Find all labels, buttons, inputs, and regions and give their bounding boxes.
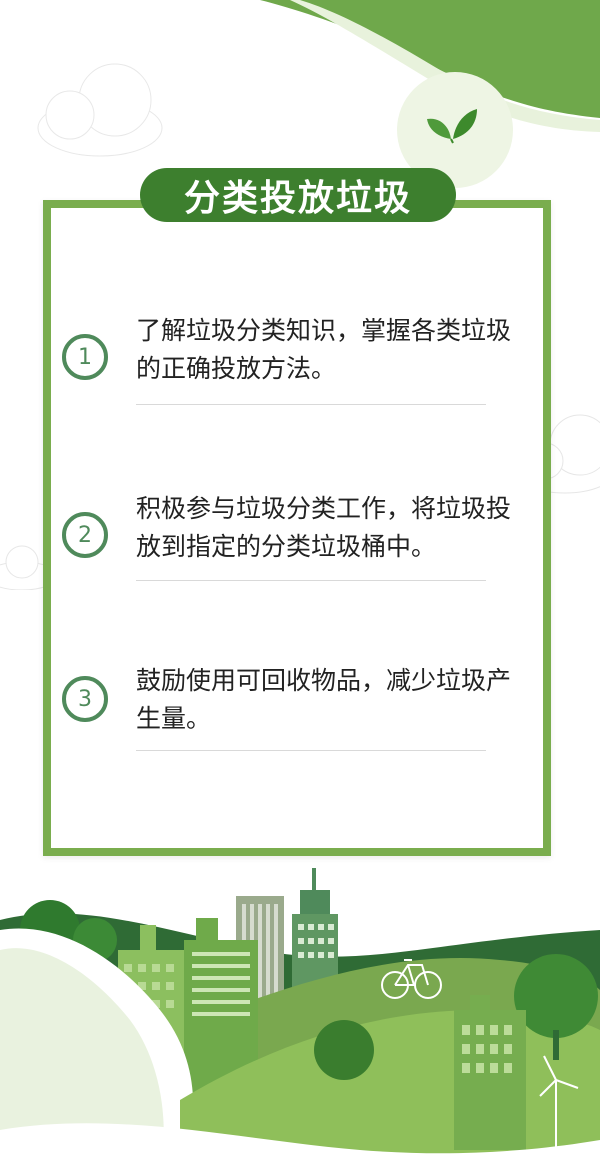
page-title: 分类投放垃圾 [183, 178, 412, 219]
title-banner: 分类投放垃圾 [140, 168, 456, 222]
divider-3 [136, 750, 486, 751]
number-badge-1: 1 [62, 334, 108, 380]
bush-front [314, 1020, 374, 1080]
item-text-2: 积极参与垃圾分类工作，将垃圾投放到指定的分类垃圾桶中。 [136, 494, 512, 561]
leaf-icon [427, 109, 477, 144]
building-right-front [454, 995, 526, 1150]
divider-2 [136, 580, 486, 581]
number-badge-2: 2 [62, 512, 108, 558]
item-text-3: 鼓励使用可回收物品，减少垃圾产生量。 [136, 666, 512, 733]
tree-right [514, 954, 598, 1038]
divider-1 [136, 404, 486, 405]
city-landscape [0, 868, 600, 1174]
list-item-3: 3 鼓励使用可回收物品，减少垃圾产生量。 [62, 660, 522, 760]
number-badge-3: 3 [62, 676, 108, 722]
tree-right-trunk [553, 1030, 559, 1060]
list-item-2: 2 积极参与垃圾分类工作，将垃圾投放到指定的分类垃圾桶中。 [62, 488, 522, 588]
list-item-1: 1 了解垃圾分类知识，掌握各类垃圾的正确投放方法。 [62, 310, 522, 410]
item-text-1: 了解垃圾分类知识，掌握各类垃圾的正确投放方法。 [136, 316, 512, 383]
cloud-top-left [37, 63, 163, 157]
